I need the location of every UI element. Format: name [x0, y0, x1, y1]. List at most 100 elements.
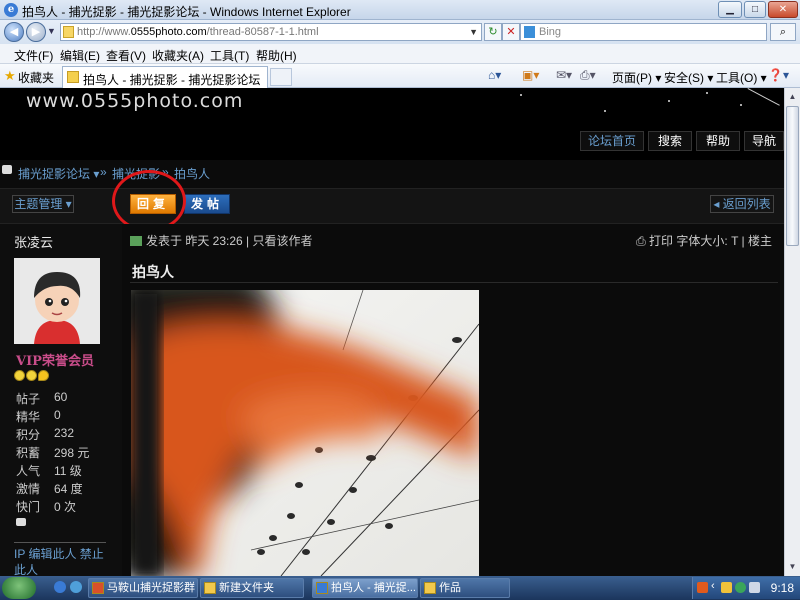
network-icon[interactable]	[735, 582, 746, 593]
volume-icon[interactable]	[749, 582, 760, 593]
nav-forum-home[interactable]: 论坛首页	[580, 131, 644, 151]
nav-search[interactable]: 搜索	[648, 131, 692, 151]
font-size-label: 字体大小:	[676, 234, 728, 248]
refresh-icon[interactable]: ↻	[484, 23, 502, 41]
nav-help[interactable]: 帮助	[696, 131, 740, 151]
menu-file[interactable]: 文件(F)	[14, 47, 53, 64]
system-tray: ‹ 9:18	[692, 577, 800, 599]
menu-favorites[interactable]: 收藏夹(A)	[152, 47, 204, 64]
medals	[14, 370, 54, 382]
post-photo[interactable]	[131, 290, 479, 576]
feeds-icon[interactable]: ▣▾	[522, 68, 539, 82]
stop-icon[interactable]: ✕	[502, 23, 520, 41]
tab-current[interactable]: 拍鸟人 - 捕光捉影 - 捕光捉影论坛	[62, 66, 268, 88]
new-tab-button[interactable]	[270, 68, 292, 86]
menu-help[interactable]: 帮助(H)	[256, 47, 297, 64]
stat-value: 232	[54, 426, 75, 440]
maximize-button[interactable]: □	[744, 1, 766, 18]
menu-bar: 文件(F) 编辑(E) 查看(V) 收藏夹(A) 工具(T) 帮助(H)	[0, 44, 800, 64]
print-link[interactable]: 打印	[649, 234, 673, 248]
help-icon[interactable]: ❓▾	[768, 68, 789, 82]
author-name[interactable]: 张凌云	[14, 232, 53, 251]
font-size-toggle[interactable]: T	[731, 234, 738, 248]
star-dot	[520, 94, 522, 96]
print-icon[interactable]: ⎙▾	[580, 68, 596, 83]
breadcrumb-forum[interactable]: 捕光捉影论坛 ▾	[18, 165, 99, 182]
forward-arrow-icon[interactable]: ▶	[26, 22, 46, 42]
menu-edit[interactable]: 编辑(E)	[60, 47, 100, 64]
minimize-button[interactable]: ▁	[718, 1, 742, 18]
menu-view[interactable]: 查看(V)	[106, 47, 146, 64]
close-button[interactable]: ✕	[768, 1, 798, 18]
favorites-label[interactable]: 收藏夹	[18, 69, 54, 86]
tab-title: 拍鸟人 - 捕光捉影 - 捕光捉影论坛	[83, 73, 261, 87]
stat-label: 积蓄	[16, 446, 41, 460]
expand-tray-icon[interactable]: ‹	[711, 580, 715, 592]
back-arrow-icon[interactable]: ◀	[4, 22, 24, 42]
avatar-cartoon-icon	[14, 258, 100, 344]
print-icon[interactable]: ⎙	[636, 234, 646, 248]
stat-label: 帖子	[16, 392, 41, 406]
star-dot	[740, 104, 742, 106]
stat-label: 激情	[16, 482, 41, 496]
site-name: www.0555photo.com	[26, 90, 244, 112]
address-toolbar: ◀ ▶ ▼ http://www.0555photo.com/thread-80…	[0, 20, 800, 44]
taskbar-item[interactable]: 新建文件夹	[200, 578, 304, 598]
pm-icon[interactable]	[16, 518, 26, 526]
post-content: 发表于 昨天 23:26 | 只看该作者 ⎙ 打印 字体大小: T | 楼主 拍…	[122, 224, 784, 576]
address-dropdown-icon[interactable]: ▼	[469, 27, 478, 37]
browser-quicklaunch-icon[interactable]	[70, 581, 82, 593]
ime-icon[interactable]	[697, 582, 708, 593]
vertical-scrollbar[interactable]: ▲ ▼	[784, 88, 800, 576]
admin-links[interactable]: IP 编辑此人 禁止此人	[14, 546, 114, 576]
favorites-star-icon[interactable]: ★	[4, 68, 16, 84]
tools-menu[interactable]: 工具(O) ▾	[716, 69, 767, 86]
medal-icon	[26, 370, 37, 381]
favorites-bar: ★ 收藏夹 拍鸟人 - 捕光捉影 - 捕光捉影论坛 ⌂▾ ▣▾ ✉▾ ⎙▾ 页面…	[0, 64, 800, 88]
url-text: http://www.0555photo.com/thread-80587-1-…	[77, 26, 319, 38]
search-input[interactable]: Bing	[520, 23, 767, 41]
page-menu[interactable]: 页面(P) ▾	[612, 69, 661, 86]
new-post-button[interactable]: 发帖	[184, 194, 230, 214]
taskbar: 马鞍山捕光捉影群 新建文件夹 拍鸟人 - 捕光捉... 作品 ‹ 9:18	[0, 576, 800, 600]
breadcrumb-thread[interactable]: 拍鸟人	[174, 165, 210, 182]
author-sidebar: 张凌云 VIP荣誉会员 帖子 60 精华 0 积分 232 积蓄 298 元 人…	[0, 224, 122, 576]
medal-icon	[14, 370, 25, 381]
stat-value: 298 元	[54, 446, 90, 460]
window-title-bar[interactable]: e 拍鸟人 - 捕光捉影 - 捕光捉影论坛 - Windows Internet…	[0, 0, 800, 20]
taskbar-item-active[interactable]: 拍鸟人 - 捕光捉...	[312, 578, 418, 598]
clock[interactable]: 9:18	[771, 581, 794, 595]
avatar[interactable]	[14, 258, 100, 344]
stat-label: 积分	[16, 428, 41, 442]
scroll-up-arrow-icon[interactable]: ▲	[786, 89, 799, 105]
topic-manage-button[interactable]: 主题管理 ▾	[12, 195, 74, 213]
stat-label: 精华	[16, 410, 41, 424]
moon-medal-icon	[38, 370, 49, 381]
site-banner: www.0555photo.com 论坛首页 搜索 帮助 导航	[0, 88, 784, 160]
ie-icon	[316, 582, 328, 594]
start-button[interactable]	[2, 577, 36, 599]
address-input[interactable]: http://www.0555photo.com/thread-80587-1-…	[60, 23, 482, 41]
scroll-down-arrow-icon[interactable]: ▼	[786, 559, 799, 575]
safety-menu[interactable]: 安全(S) ▾	[664, 69, 713, 86]
divider	[130, 282, 778, 283]
stat-value: 11 级	[54, 464, 82, 478]
divider	[14, 542, 106, 543]
tray-app-icon[interactable]	[721, 582, 732, 593]
highlight-circle	[112, 170, 186, 232]
menu-tools[interactable]: 工具(T)	[210, 47, 249, 64]
home-icon[interactable]: ⌂▾	[488, 68, 501, 82]
taskbar-item[interactable]: 马鞍山捕光捉影群	[88, 578, 198, 598]
scroll-thumb[interactable]	[786, 106, 799, 246]
stat-label: 快门	[16, 500, 41, 514]
back-to-list-button[interactable]: ◂ 返回列表	[710, 195, 774, 213]
search-icon[interactable]: ⌕	[770, 23, 796, 41]
nav-navigation[interactable]: 导航	[744, 131, 784, 151]
forum-home-icon	[2, 165, 12, 174]
history-dropdown-icon[interactable]: ▼	[47, 26, 56, 36]
ie-quicklaunch-icon[interactable]	[54, 581, 66, 593]
mail-icon[interactable]: ✉▾	[556, 68, 572, 82]
taskbar-item[interactable]: 作品	[420, 578, 510, 598]
stat-value: 60	[54, 390, 68, 404]
window-title: 拍鸟人 - 捕光捉影 - 捕光捉影论坛 - Windows Internet E…	[22, 5, 351, 19]
